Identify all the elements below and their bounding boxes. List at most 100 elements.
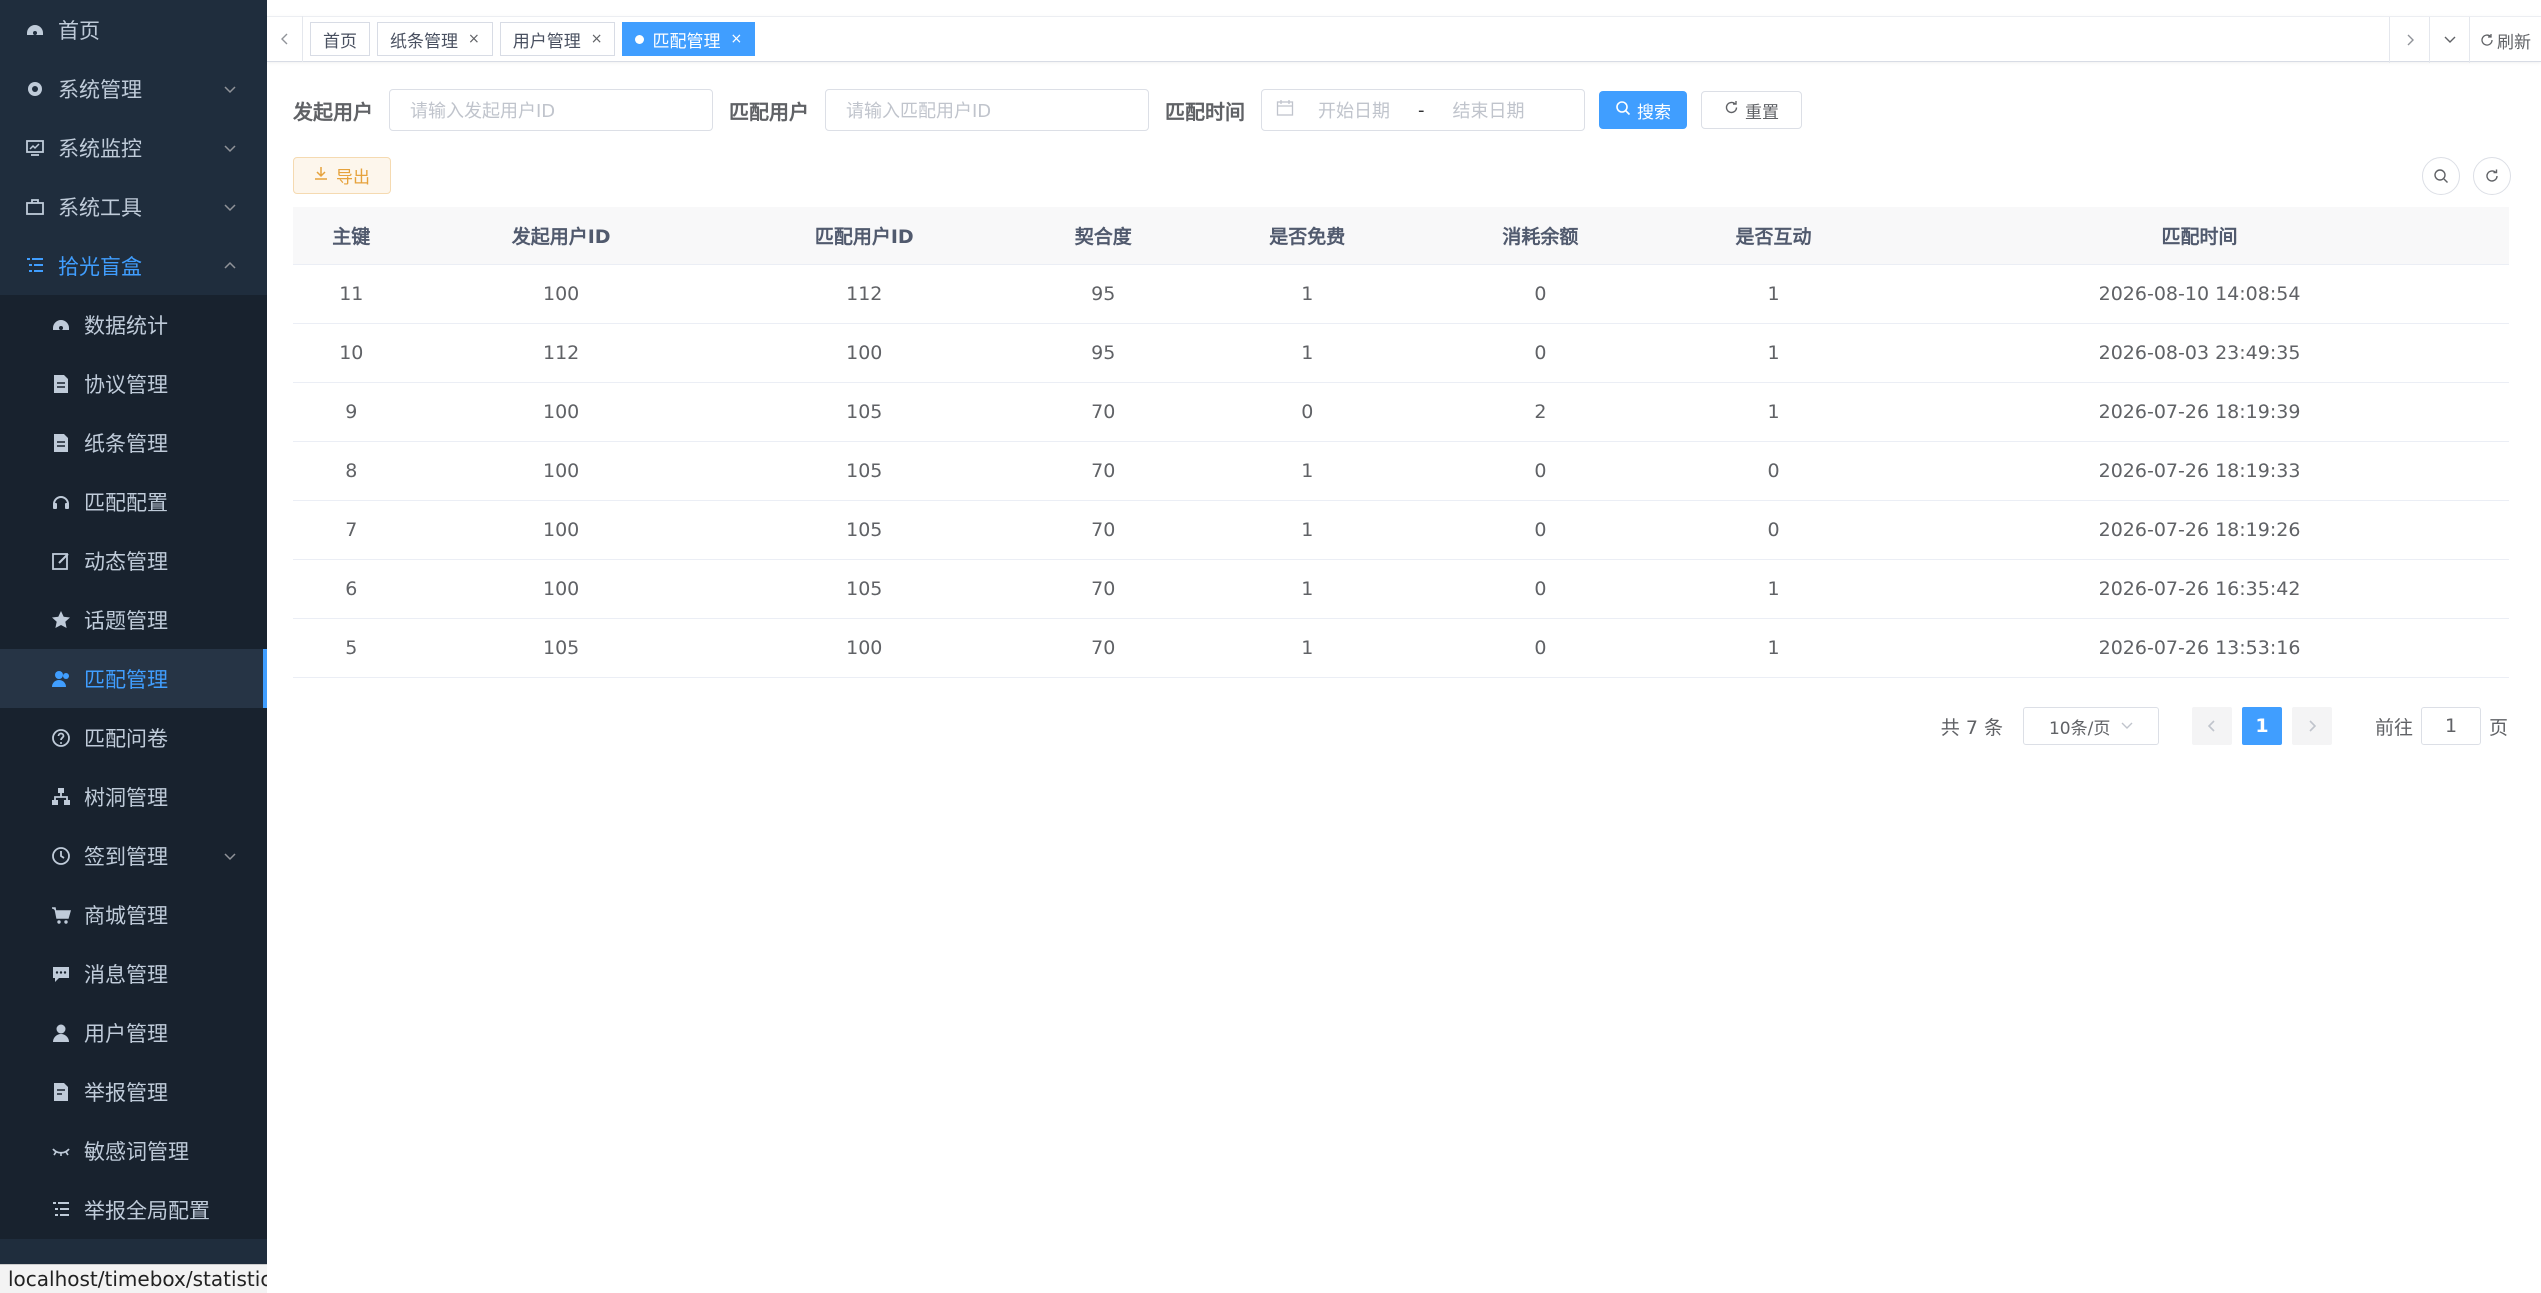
table-cell: 70 xyxy=(1015,500,1191,560)
table-cell: 2026-07-26 18:19:39 xyxy=(1890,382,2509,442)
sidebar-item-report-config[interactable]: 举报全局配置 xyxy=(0,1180,267,1239)
sidebar-item-topics[interactable]: 话题管理 xyxy=(0,590,267,649)
reset-button[interactable]: 重置 xyxy=(1701,91,1802,129)
active-dot-icon xyxy=(635,34,645,44)
table-cell: 105 xyxy=(712,559,1016,619)
sidebar-item-home[interactable]: 首页 xyxy=(0,0,267,59)
start-date-input[interactable]: 开始日期 xyxy=(1318,97,1390,123)
sidebar-item-label: 话题管理 xyxy=(84,608,168,633)
table-cell: 1 xyxy=(1190,618,1424,678)
toggle-search-button[interactable] xyxy=(2422,157,2460,195)
match-time-range-picker[interactable]: 开始日期 - 结束日期 xyxy=(1261,89,1585,131)
goto-page-input[interactable]: 1 xyxy=(2420,707,2481,745)
sidebar-item-statistics[interactable]: 数据统计 xyxy=(0,295,267,354)
sidebar-item-sensitive-words[interactable]: 敏感词管理 xyxy=(0,1121,267,1180)
refresh-button[interactable]: 刷新 xyxy=(2469,17,2541,63)
close-icon[interactable]: × xyxy=(591,31,603,47)
export-button-label: 导出 xyxy=(336,168,370,188)
tags-dropdown-button[interactable] xyxy=(2429,17,2469,63)
search-form: 发起用户 请输入发起用户ID 匹配用户 请输入匹配用户ID 匹配时间 开始日期 … xyxy=(293,89,1802,131)
from-user-label: 发起用户 xyxy=(293,99,373,124)
table-cell: 2 xyxy=(1423,382,1657,442)
table-cell: 8 xyxy=(293,441,410,501)
search-button-label: 搜索 xyxy=(1637,102,1671,123)
table-cell: 2026-07-26 13:53:16 xyxy=(1890,618,2509,678)
table-cell: 0 xyxy=(1423,264,1657,324)
search-button[interactable]: 搜索 xyxy=(1599,91,1687,129)
sidebar-item-label: 匹配管理 xyxy=(84,667,168,692)
date-range-separator: - xyxy=(1418,99,1425,121)
sidebar-item-shop[interactable]: 商城管理 xyxy=(0,885,267,944)
sidebar-item-label: 商城管理 xyxy=(84,903,168,928)
table-cell: 1 xyxy=(1656,264,1891,324)
sidebar-item-match-questionnaire[interactable]: 匹配问卷 xyxy=(0,708,267,767)
page-size-select[interactable]: 10条/页 xyxy=(2022,707,2159,745)
table-row[interactable]: 10 112 100 95 1 0 1 2026-08-03 23:49:35 xyxy=(293,323,2509,383)
column-header: 是否互动 xyxy=(1656,207,1891,265)
table-body: 11 100 112 95 1 0 1 2026-08-10 14:08:54 10 112 100… xyxy=(293,264,2509,678)
sidebar-item-label: 首页 xyxy=(58,18,100,43)
table-row[interactable]: 11 100 112 95 1 0 1 2026-08-10 14:08:54 xyxy=(293,264,2509,324)
sidebar-item-match-config[interactable]: 匹配配置 xyxy=(0,472,267,531)
dashboard-icon xyxy=(50,314,72,336)
tags-scroll-left-button[interactable] xyxy=(267,16,303,62)
table-row[interactable]: 9 100 105 70 0 2 1 2026-07-26 18:19:39 xyxy=(293,382,2509,442)
refresh-icon xyxy=(1724,100,1739,120)
tree-icon xyxy=(50,786,72,808)
sidebar-item-label: 敏感词管理 xyxy=(84,1139,189,1164)
tag-notes[interactable]: 纸条管理 × xyxy=(377,22,493,56)
table-row[interactable]: 5 105 100 70 1 0 1 2026-07-26 13:53:16 xyxy=(293,618,2509,678)
sidebar-item-match-management[interactable]: 匹配管理 xyxy=(0,649,267,708)
tag-match-management[interactable]: 匹配管理 × xyxy=(622,22,756,56)
sidebar-item-tree-hole[interactable]: 树洞管理 xyxy=(0,767,267,826)
page-number-current[interactable]: 1 xyxy=(2241,707,2282,745)
close-icon[interactable]: × xyxy=(730,31,742,47)
column-header: 匹配时间 xyxy=(1890,207,2509,265)
column-header: 匹配用户ID xyxy=(712,207,1016,265)
sidebar-item-notes[interactable]: 纸条管理 xyxy=(0,413,267,472)
table-cell: 0 xyxy=(1190,382,1424,442)
eye-closed-icon xyxy=(50,1140,72,1162)
sidebar-item-timebox[interactable]: 拾光盲盒 xyxy=(0,236,267,295)
goto-suffix: 页 xyxy=(2488,716,2508,739)
sidebar-item-system-management[interactable]: 系统管理 xyxy=(0,59,267,118)
sidebar-item-users[interactable]: 用户管理 xyxy=(0,1003,267,1062)
tag-label: 纸条管理 xyxy=(390,31,458,52)
sidebar-item-reports[interactable]: 举报管理 xyxy=(0,1062,267,1121)
table-cell: 105 xyxy=(409,618,713,678)
prev-page-button[interactable] xyxy=(2191,707,2232,745)
table-row[interactable]: 7 100 105 70 1 0 0 2026-07-26 18:19:26 xyxy=(293,500,2509,560)
close-icon[interactable]: × xyxy=(468,31,480,47)
tags-scroll-right-button[interactable] xyxy=(2389,17,2429,63)
table-row[interactable]: 6 100 105 70 1 0 1 2026-07-26 16:35:42 xyxy=(293,559,2509,619)
monitor-icon xyxy=(24,137,46,159)
from-user-input[interactable]: 请输入发起用户ID xyxy=(389,89,713,131)
end-date-input[interactable]: 结束日期 xyxy=(1453,97,1525,123)
refresh-table-button[interactable] xyxy=(2473,157,2511,195)
match-user-input[interactable]: 请输入匹配用户ID xyxy=(825,89,1149,131)
table-cell: 100 xyxy=(409,500,713,560)
sidebar-item-agreement[interactable]: 协议管理 xyxy=(0,354,267,413)
sidebar-item-messages[interactable]: 消息管理 xyxy=(0,944,267,1003)
sidebar-item-label: 纸条管理 xyxy=(84,431,168,456)
sidebar-item-label: 匹配配置 xyxy=(84,490,168,515)
match-user-label: 匹配用户 xyxy=(729,99,809,124)
sidebar-item-system-monitor[interactable]: 系统监控 xyxy=(0,118,267,177)
status-bar-url: localhost/timebox/statistics xyxy=(0,1264,291,1293)
next-page-button[interactable] xyxy=(2291,707,2332,745)
table-cell: 2026-07-26 16:35:42 xyxy=(1890,559,2509,619)
sidebar-item-label: 举报管理 xyxy=(84,1080,168,1105)
sidebar-item-checkin[interactable]: 签到管理 xyxy=(0,826,267,885)
sidebar-item-system-tools[interactable]: 系统工具 xyxy=(0,177,267,236)
sidebar-item-moments[interactable]: 动态管理 xyxy=(0,531,267,590)
column-header: 主键 xyxy=(293,207,410,265)
refresh-icon xyxy=(2486,169,2498,182)
message-icon xyxy=(50,963,72,985)
tag-home[interactable]: 首页 xyxy=(310,22,370,56)
tag-label: 用户管理 xyxy=(512,31,581,52)
sidebar-item-label: 拾光盲盒 xyxy=(58,254,142,279)
tag-users[interactable]: 用户管理 × xyxy=(499,22,616,56)
sidebar-item-label: 系统管理 xyxy=(58,77,142,102)
export-button[interactable]: 导出 xyxy=(293,157,391,194)
table-row[interactable]: 8 100 105 70 1 0 0 2026-07-26 18:19:33 xyxy=(293,441,2509,501)
